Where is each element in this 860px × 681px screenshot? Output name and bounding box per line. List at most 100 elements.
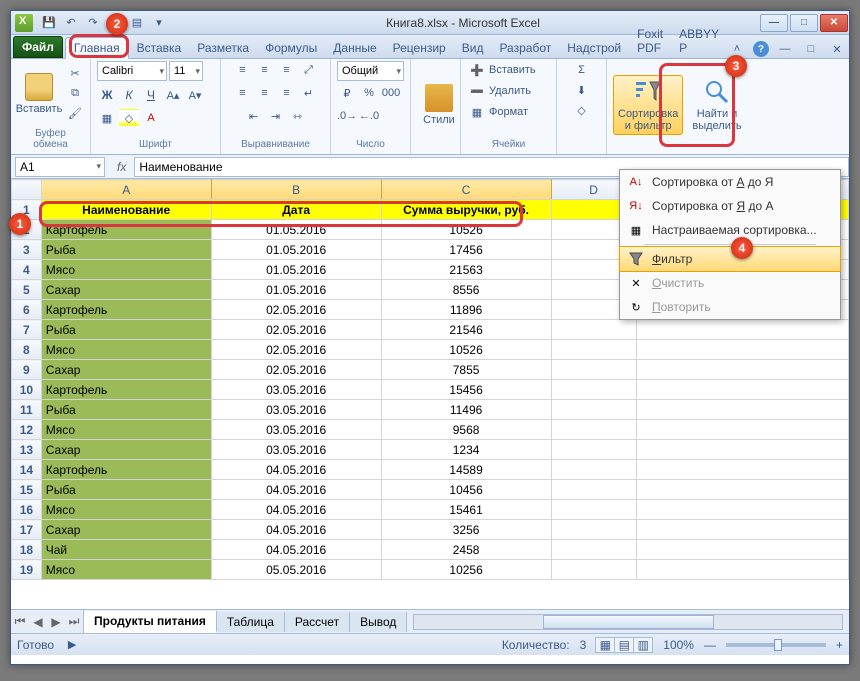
cell[interactable]: Картофель [41, 220, 211, 240]
underline-button[interactable]: Ч [141, 86, 161, 104]
paste-button[interactable]: Вставить [17, 70, 61, 118]
align-mid-icon[interactable]: ≡ [255, 61, 275, 79]
bold-button[interactable]: Ж [97, 86, 117, 104]
row-header[interactable]: 3 [12, 240, 42, 260]
cell[interactable]: 02.05.2016 [211, 340, 381, 360]
help-icon[interactable]: ? [753, 41, 769, 57]
col-header-b[interactable]: B [211, 180, 381, 200]
cell[interactable] [551, 320, 636, 340]
cell[interactable]: Сахар [41, 280, 211, 300]
cell[interactable]: 01.05.2016 [211, 260, 381, 280]
align-center-icon[interactable]: ≡ [255, 84, 275, 102]
cell[interactable] [636, 460, 848, 480]
insert-cells-icon[interactable]: ➕ [467, 61, 487, 79]
cell[interactable]: 9568 [381, 420, 551, 440]
cell[interactable]: 02.05.2016 [211, 360, 381, 380]
row-header[interactable]: 11 [12, 400, 42, 420]
cell[interactable]: 04.05.2016 [211, 520, 381, 540]
cell[interactable]: 03.05.2016 [211, 440, 381, 460]
sheet-tab-3[interactable]: Вывод [350, 612, 407, 632]
cell[interactable] [551, 420, 636, 440]
cell[interactable]: 03.05.2016 [211, 380, 381, 400]
cell[interactable] [636, 380, 848, 400]
cell[interactable]: 04.05.2016 [211, 460, 381, 480]
view-layout-icon[interactable]: ▤ [614, 637, 634, 653]
row-header[interactable]: 13 [12, 440, 42, 460]
scrollbar-thumb[interactable] [543, 615, 714, 629]
row-header[interactable]: 17 [12, 520, 42, 540]
cell[interactable] [551, 440, 636, 460]
row-header[interactable]: 9 [12, 360, 42, 380]
tab-review[interactable]: Рецензир [385, 38, 454, 58]
row-header[interactable]: 5 [12, 280, 42, 300]
cell[interactable] [636, 560, 848, 580]
tab-developer[interactable]: Разработ [491, 38, 559, 58]
fill-color-icon[interactable]: ◇ [119, 109, 139, 127]
tab-home[interactable]: Главная [65, 37, 129, 59]
cell[interactable] [636, 520, 848, 540]
font-size-combo[interactable]: 11 [169, 61, 203, 81]
merge-icon[interactable]: ⇿ [288, 107, 308, 125]
tab-view[interactable]: Вид [454, 38, 492, 58]
row-header[interactable]: 4 [12, 260, 42, 280]
inc-decimal-icon[interactable]: .0→ [337, 107, 357, 125]
tab-addins[interactable]: Надстрой [559, 38, 629, 58]
cell[interactable]: 11896 [381, 300, 551, 320]
sheet-tab-2[interactable]: Рассчет [285, 612, 350, 632]
cell[interactable]: 17456 [381, 240, 551, 260]
cell[interactable]: 03.05.2016 [211, 400, 381, 420]
zoom-thumb[interactable] [774, 639, 782, 651]
align-left-icon[interactable]: ≡ [233, 84, 253, 102]
menu-filter[interactable]: Фильтр [619, 246, 841, 272]
indent-inc-icon[interactable]: ⇥ [266, 107, 286, 125]
header-cell[interactable]: Дата [211, 200, 381, 220]
minimize-button[interactable]: — [760, 14, 788, 32]
autosum-icon[interactable]: Σ [572, 61, 592, 79]
currency-icon[interactable]: ₽ [337, 84, 357, 102]
macro-record-icon[interactable]: ▶ [62, 636, 82, 654]
fill-icon[interactable]: ⬇ [572, 81, 592, 99]
border-icon[interactable]: ▦ [97, 109, 117, 127]
cell[interactable] [551, 380, 636, 400]
fx-icon[interactable]: fx [109, 160, 134, 174]
cell[interactable] [636, 540, 848, 560]
zoom-in-icon[interactable]: + [836, 638, 843, 652]
tab-formulas[interactable]: Формулы [257, 38, 325, 58]
sort-filter-button[interactable]: Сортировка и фильтр [613, 75, 683, 135]
italic-button[interactable]: К [119, 86, 139, 104]
format-painter-icon[interactable]: 🖌 [65, 105, 85, 123]
cell[interactable]: 10256 [381, 560, 551, 580]
cell[interactable]: 10526 [381, 220, 551, 240]
tab-layout[interactable]: Разметка [189, 38, 257, 58]
cell[interactable]: 15456 [381, 380, 551, 400]
menu-sort-za[interactable]: Я↓ Сортировка от Я до А [620, 194, 840, 218]
cell[interactable] [551, 540, 636, 560]
cell[interactable]: Картофель [41, 300, 211, 320]
row-header[interactable]: 6 [12, 300, 42, 320]
sheet-nav-last-icon[interactable]: ⏭ [65, 610, 83, 633]
cell[interactable]: 02.05.2016 [211, 300, 381, 320]
cell[interactable] [551, 480, 636, 500]
cell[interactable]: Картофель [41, 460, 211, 480]
view-break-icon[interactable]: ▥ [633, 637, 653, 653]
close-button[interactable]: ✕ [820, 14, 848, 32]
menu-sort-az[interactable]: А↓ Сортировка от А до Я [620, 170, 840, 194]
font-name-combo[interactable]: Calibri [97, 61, 167, 81]
orientation-icon[interactable]: ⤢ [299, 61, 319, 79]
col-header-a[interactable]: A [41, 180, 211, 200]
indent-dec-icon[interactable]: ⇤ [244, 107, 264, 125]
horizontal-scrollbar[interactable] [413, 614, 843, 630]
cell[interactable]: 10456 [381, 480, 551, 500]
view-normal-icon[interactable]: ▦ [595, 637, 615, 653]
cell[interactable]: 01.05.2016 [211, 220, 381, 240]
row-header[interactable]: 19 [12, 560, 42, 580]
cell[interactable]: Сахар [41, 520, 211, 540]
qat-new-icon[interactable]: ▤ [129, 15, 145, 31]
cell[interactable] [636, 320, 848, 340]
qat-redo-icon[interactable]: ↷ [85, 15, 101, 31]
cell[interactable]: 02.05.2016 [211, 320, 381, 340]
cut-icon[interactable]: ✂ [65, 65, 85, 83]
sheet-nav-first-icon[interactable]: ⏮ [11, 610, 29, 633]
format-cells-label[interactable]: Формат [489, 106, 528, 118]
cell[interactable]: Мясо [41, 560, 211, 580]
